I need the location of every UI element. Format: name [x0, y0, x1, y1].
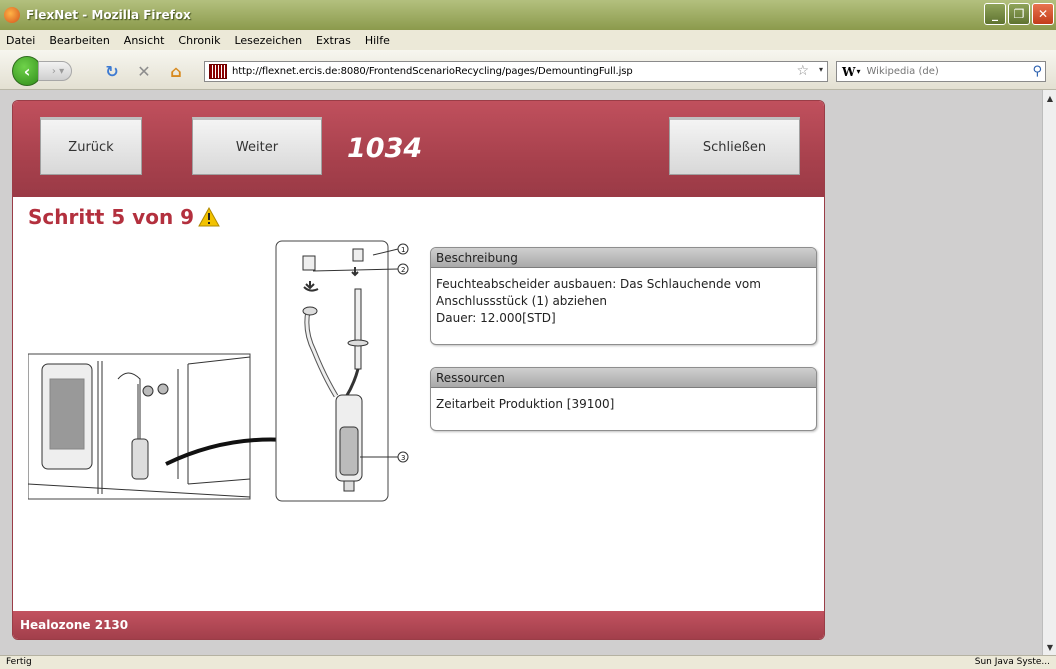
callout-2-label: 2: [401, 266, 405, 274]
menu-hilfe[interactable]: Hilfe: [365, 34, 390, 47]
back-button[interactable]: Zurück: [40, 117, 142, 175]
menu-ansicht[interactable]: Ansicht: [124, 34, 165, 47]
close-button[interactable]: Schließen: [669, 117, 800, 175]
menu-chronik[interactable]: Chronik: [178, 34, 220, 47]
scroll-down-icon[interactable]: ▼: [1044, 640, 1056, 654]
reload-icon[interactable]: ↻: [102, 61, 122, 81]
maximize-button[interactable]: ❐: [1008, 3, 1030, 25]
description-header: Beschreibung: [431, 248, 816, 268]
menu-bearbeiten[interactable]: Bearbeiten: [49, 34, 109, 47]
vertical-scrollbar[interactable]: ▲ ▼: [1042, 90, 1056, 655]
url-dropdown-icon[interactable]: ▾: [819, 65, 823, 74]
menu-bar: Datei Bearbeiten Ansicht Chronik Lesezei…: [0, 30, 1056, 50]
resources-text: Zeitarbeit Produktion [39100]: [436, 397, 615, 411]
home-icon[interactable]: ⌂: [166, 61, 186, 81]
window-title: FlexNet - Mozilla Firefox: [26, 8, 191, 22]
window-controls: _ ❐ ✕: [984, 3, 1054, 25]
app-frame: Zurück Weiter 1034 Schließen Schritt 5 v…: [12, 100, 825, 640]
title-bar: FlexNet - Mozilla Firefox _ ❐ ✕: [0, 0, 1056, 30]
description-duration: Dauer: 12.000[STD]: [436, 311, 556, 325]
callout-3-label: 3: [401, 454, 405, 462]
search-input[interactable]: [866, 66, 1007, 77]
firefox-icon: [4, 7, 20, 23]
close-window-button[interactable]: ✕: [1032, 3, 1054, 25]
search-bar[interactable]: W ▾ ⚲: [836, 61, 1046, 82]
minimize-button[interactable]: _: [984, 3, 1006, 25]
description-text: Feuchteabscheider ausbauen: Das Schlauch…: [436, 277, 761, 308]
wikipedia-engine-icon[interactable]: W: [842, 65, 855, 79]
arrow-right-icon: › ▾: [51, 65, 65, 77]
menu-lesezeichen[interactable]: Lesezeichen: [234, 34, 302, 47]
warning-icon: [198, 207, 220, 227]
stop-icon[interactable]: ✕: [134, 61, 154, 81]
status-text: Fertig: [6, 657, 32, 667]
engine-dropdown-icon[interactable]: ▾: [856, 67, 860, 76]
menu-datei[interactable]: Datei: [6, 34, 35, 47]
scroll-up-icon[interactable]: ▲: [1044, 91, 1056, 105]
order-number: 1034: [347, 133, 423, 164]
description-body: Feuchteabscheider ausbauen: Das Schlauch…: [431, 268, 816, 331]
browser-forward-button[interactable]: › ▾: [38, 61, 72, 81]
app-header: Zurück Weiter 1034 Schließen: [13, 101, 824, 197]
step-title-text: Schritt 5 von 9: [28, 205, 195, 229]
description-panel: Beschreibung Feuchteabscheider ausbauen:…: [430, 247, 817, 345]
demounting-illustration: 1 2 3: [28, 240, 409, 502]
resources-header: Ressourcen: [431, 368, 816, 388]
url-bar[interactable]: http://flexnet.ercis.de:8080/FrontendSce…: [204, 61, 828, 82]
url-text[interactable]: http://flexnet.ercis.de:8080/FrontendSce…: [232, 66, 633, 77]
site-favicon-icon: [209, 64, 227, 79]
navigation-toolbar: ‹ › ▾ ↻ ✕ ⌂ http://flexnet.ercis.de:8080…: [0, 50, 1056, 90]
status-java: Sun Java Syste...: [974, 657, 1050, 667]
resources-panel: Ressourcen Zeitarbeit Produktion [39100]: [430, 367, 817, 431]
search-icon[interactable]: ⚲: [1032, 64, 1042, 79]
step-title: Schritt 5 von 9: [28, 205, 220, 229]
app-footer: Healozone 2130: [13, 611, 824, 639]
status-bar: Fertig Sun Java Syste...: [0, 655, 1056, 669]
callout-1-label: 1: [401, 246, 405, 254]
arrow-left-icon: ‹: [23, 61, 31, 81]
next-button[interactable]: Weiter: [192, 117, 322, 175]
menu-extras[interactable]: Extras: [316, 34, 351, 47]
bookmark-star-icon[interactable]: ☆: [796, 63, 809, 79]
